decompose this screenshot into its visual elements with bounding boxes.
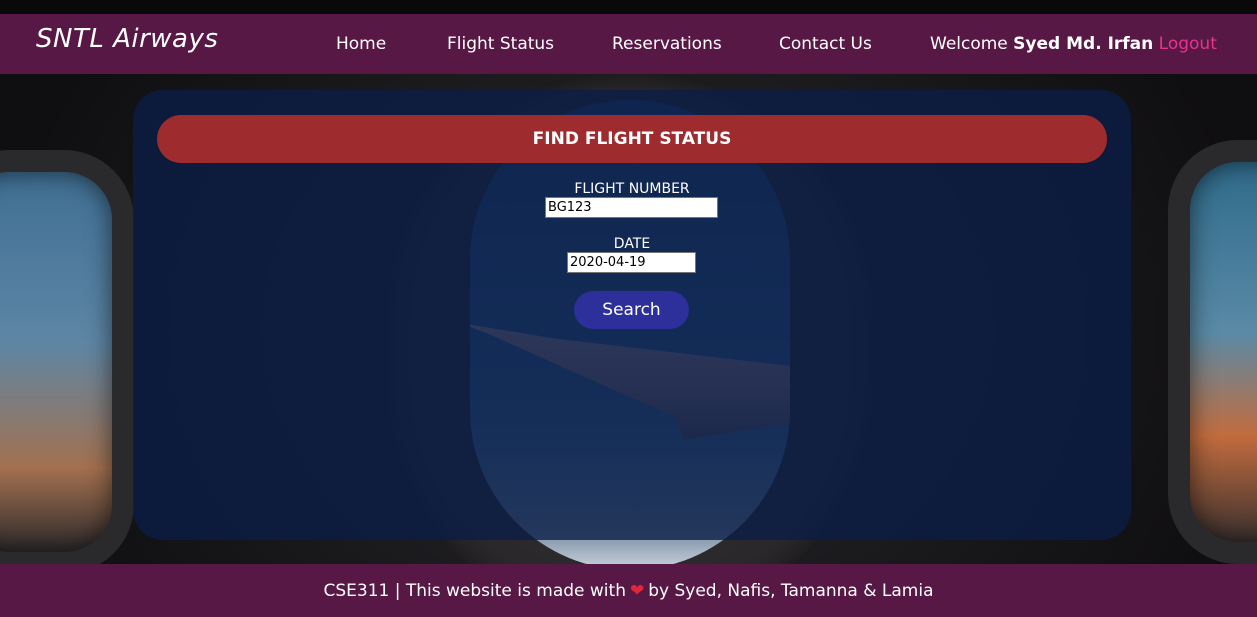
left-window-decoration xyxy=(0,150,134,574)
flight-status-panel: FIND FLIGHT STATUS FLIGHT NUMBER DATE Se… xyxy=(133,90,1131,540)
user-name: Syed Md. Irfan xyxy=(1013,34,1154,54)
footer-text-before: CSE311 | This website is made with xyxy=(323,581,626,601)
logout-link[interactable]: Logout xyxy=(1159,34,1217,54)
nav-reservations[interactable]: Reservations xyxy=(612,34,722,54)
date-label: DATE xyxy=(613,236,651,252)
flight-number-input[interactable] xyxy=(545,197,718,218)
nav-flight-status[interactable]: Flight Status xyxy=(447,34,554,54)
welcome-prefix: Welcome xyxy=(930,34,1008,54)
flight-number-label: FLIGHT NUMBER xyxy=(574,181,690,197)
top-strip xyxy=(0,0,1257,14)
right-window-decoration xyxy=(1168,140,1257,564)
nav-contact-us[interactable]: Contact Us xyxy=(779,34,872,54)
site-header: SNTL Airways Home Flight Status Reservat… xyxy=(0,14,1257,74)
panel-title: FIND FLIGHT STATUS xyxy=(157,115,1107,163)
nav-home[interactable]: Home xyxy=(336,34,386,54)
page: SNTL Airways Home Flight Status Reservat… xyxy=(0,0,1257,617)
site-footer: CSE311 | This website is made with ❤ by Sy… xyxy=(0,564,1257,617)
search-button[interactable]: Search xyxy=(574,291,689,329)
date-input[interactable] xyxy=(567,252,696,273)
footer-text-after: by Syed, Nafis, Tamanna & Lamia xyxy=(648,581,934,601)
welcome-message: Welcome Syed Md. Irfan Logout xyxy=(930,34,1217,54)
heart-icon: ❤ xyxy=(629,581,645,601)
site-logo[interactable]: SNTL Airways xyxy=(36,24,218,54)
